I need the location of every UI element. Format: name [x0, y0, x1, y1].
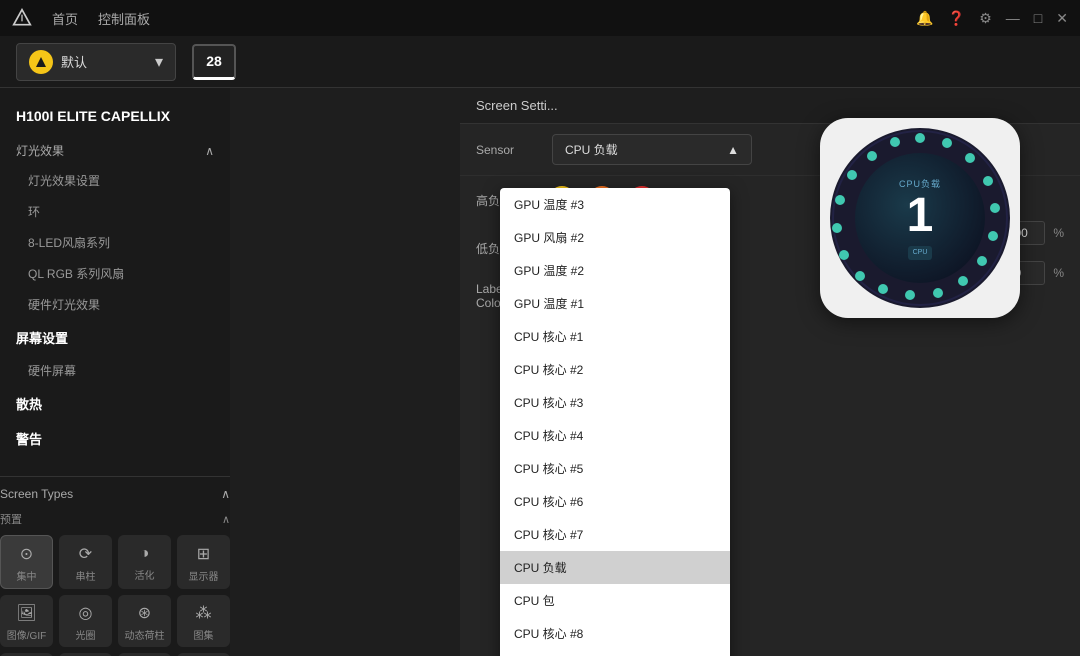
sidebar-lighting-settings[interactable]: 灯光效果设置 — [0, 165, 230, 196]
icon-dynamic[interactable]: ⊛ 动态荷柱 — [118, 595, 171, 647]
cpu-icon-small: CPU — [908, 246, 932, 260]
sidebar-ql-rgb[interactable]: QL RGB 系列风扇 — [0, 258, 230, 289]
dropdown-item-gpu-temp3[interactable]: GPU 温度 #3 — [500, 188, 730, 221]
dropdown-item-cpu-core1[interactable]: CPU 核心 #1 — [500, 320, 730, 353]
minimize-button[interactable]: — — [1006, 10, 1020, 26]
dropdown-item-cpu-core7[interactable]: CPU 核心 #7 — [500, 518, 730, 551]
dropdown-item-gpu-temp1[interactable]: GPU 温度 #1 — [500, 287, 730, 320]
preview-display: CPU负载 1 CPU — [820, 118, 1020, 318]
activate-label: 活化 — [135, 567, 155, 582]
sidebar-screen-settings[interactable]: 屏幕设置 — [0, 320, 230, 355]
sidebar-8led-fan[interactable]: 8-LED风扇系列 — [0, 227, 230, 258]
icon-aperture[interactable]: ◎ 光圈 — [59, 595, 112, 647]
device-title: H100I ELITE CAPELLIX — [0, 100, 230, 136]
titlebar: 首页 控制面板 🔔 ❓ ⚙ — □ ✕ — [0, 0, 1080, 36]
image-label: 图像/GIF — [7, 627, 46, 642]
dropdown-item-cpu-core2[interactable]: CPU 核心 #2 — [500, 353, 730, 386]
topbar: 默认 ▾ 28 — [0, 36, 1080, 88]
display-inner: CPU负载 1 CPU — [855, 153, 985, 283]
dropdown-item-cpu-package[interactable]: CPU 包 — [500, 584, 730, 617]
main-layout: H100I ELITE CAPELLIX 灯光效果 ∧ 灯光效果设置 环 8-L… — [0, 88, 1080, 656]
corsair-logo — [12, 8, 32, 28]
titlebar-right: 🔔 ❓ ⚙ — □ ✕ — [916, 10, 1068, 27]
dropdown-item-cpu-core5[interactable]: CPU 核心 #5 — [500, 452, 730, 485]
icon-grid: ⊙ 集中 ⟳ 串柱 ◑ 活化 ⊞ 显示器 🖼 图像/GIF — [0, 535, 230, 656]
icon-monitor[interactable]: ⊞ 显示器 — [177, 535, 230, 589]
titlebar-nav: 首页 控制面板 — [52, 9, 150, 28]
profile-name: 默认 — [61, 52, 147, 71]
sidebar-hardware-lighting[interactable]: 硬件灯光效果 — [0, 289, 230, 320]
sidebar: H100I ELITE CAPELLIX 灯光效果 ∧ 灯光效果设置 环 8-L… — [0, 88, 230, 656]
nav-home[interactable]: 首页 — [52, 9, 78, 28]
aperture-label: 光圈 — [76, 627, 96, 642]
dropdown-item-cpu-core8[interactable]: CPU 核心 #8 — [500, 617, 730, 650]
activate-icon: ◑ — [140, 545, 150, 563]
sidebar-hardware-screen[interactable]: 硬件屏幕 — [0, 355, 230, 386]
dynamic-label: 动态荷柱 — [125, 627, 165, 642]
help-icon[interactable]: ❓ — [948, 10, 965, 27]
aperture-icon: ◎ — [79, 603, 93, 623]
dropdown-item-cpu-core9[interactable]: CPU 核心 #9 — [500, 650, 730, 656]
dropdown-item-cpu-core3[interactable]: CPU 核心 #3 — [500, 386, 730, 419]
chevron-up-icon: ∧ — [205, 144, 214, 158]
sidebar-cooling[interactable]: 散热 — [0, 386, 230, 421]
icon-activate[interactable]: ◑ 活化 — [118, 535, 171, 589]
monitor-icon: ⊞ — [197, 544, 210, 564]
lighting-group[interactable]: 灯光效果 ∧ — [0, 136, 230, 165]
sensor-select[interactable]: CPU 负载 ▲ — [552, 134, 752, 165]
icon-image-gif[interactable]: 🖼 图像/GIF — [0, 595, 53, 647]
monitor-label: 显示器 — [189, 568, 219, 583]
dropdown-item-gpu-fan2[interactable]: GPU 风扇 #2 — [500, 221, 730, 254]
preset-label: 预置 ∧ — [0, 511, 230, 527]
bar-label: 串柱 — [76, 568, 96, 583]
titlebar-left: 首页 控制面板 — [12, 8, 150, 28]
maximize-button[interactable]: □ — [1034, 10, 1042, 26]
close-button[interactable]: ✕ — [1056, 10, 1068, 27]
dropdown-item-cpu-load[interactable]: CPU 负载 — [500, 551, 730, 584]
max-percent-unit: % — [1053, 226, 1064, 240]
dynamic-icon: ⊛ — [138, 603, 151, 623]
chevron-up-icon-2: ∧ — [221, 487, 230, 501]
content-area: Screen Setti... Sensor CPU 负载 ▲ 高负载 — [230, 88, 1080, 656]
tab-28[interactable]: 28 — [192, 44, 236, 80]
notification-icon[interactable]: 🔔 — [916, 10, 933, 27]
collection-icon: ⁂ — [196, 603, 212, 623]
sensor-value: CPU 负载 — [565, 141, 618, 158]
dropdown-item-cpu-core6[interactable]: CPU 核心 #6 — [500, 485, 730, 518]
settings-icon[interactable]: ⚙ — [979, 10, 992, 27]
profile-dropdown-icon: ▾ — [155, 52, 163, 72]
display-number: 1 — [907, 192, 934, 240]
display-outer: CPU负载 1 CPU — [820, 118, 1020, 318]
display-ring: CPU负载 1 CPU — [830, 128, 1010, 308]
nav-control-panel[interactable]: 控制面板 — [98, 9, 150, 28]
screen-types-title: Screen Types ∧ — [0, 487, 230, 501]
profile-icon — [29, 50, 53, 74]
profile-selector[interactable]: 默认 ▾ — [16, 43, 176, 81]
image-icon: 🖼 — [16, 603, 36, 623]
icon-focus[interactable]: ⊙ 集中 — [0, 535, 53, 589]
icon-collection[interactable]: ⁂ 图集 — [177, 595, 230, 647]
focus-label: 集中 — [17, 568, 37, 583]
sensor-dropdown: GPU 温度 #3 GPU 风扇 #2 GPU 温度 #2 GPU 温度 #1 … — [500, 188, 730, 656]
collection-label: 图集 — [194, 627, 214, 642]
min-percent-unit: % — [1053, 266, 1064, 280]
sensor-label: Sensor — [476, 143, 536, 157]
display-label: CPU负载 — [899, 177, 941, 190]
preset-chevron-icon: ∧ — [222, 513, 230, 526]
icon-bar[interactable]: ⟳ 串柱 — [59, 535, 112, 589]
focus-icon: ⊙ — [20, 544, 33, 564]
dropdown-item-cpu-core4[interactable]: CPU 核心 #4 — [500, 419, 730, 452]
sidebar-alert[interactable]: 警告 — [0, 421, 230, 456]
sidebar-ring[interactable]: 环 — [0, 196, 230, 227]
bar-icon: ⟳ — [79, 544, 92, 564]
sensor-chevron-icon: ▲ — [727, 143, 739, 157]
dropdown-item-gpu-temp2[interactable]: GPU 温度 #2 — [500, 254, 730, 287]
